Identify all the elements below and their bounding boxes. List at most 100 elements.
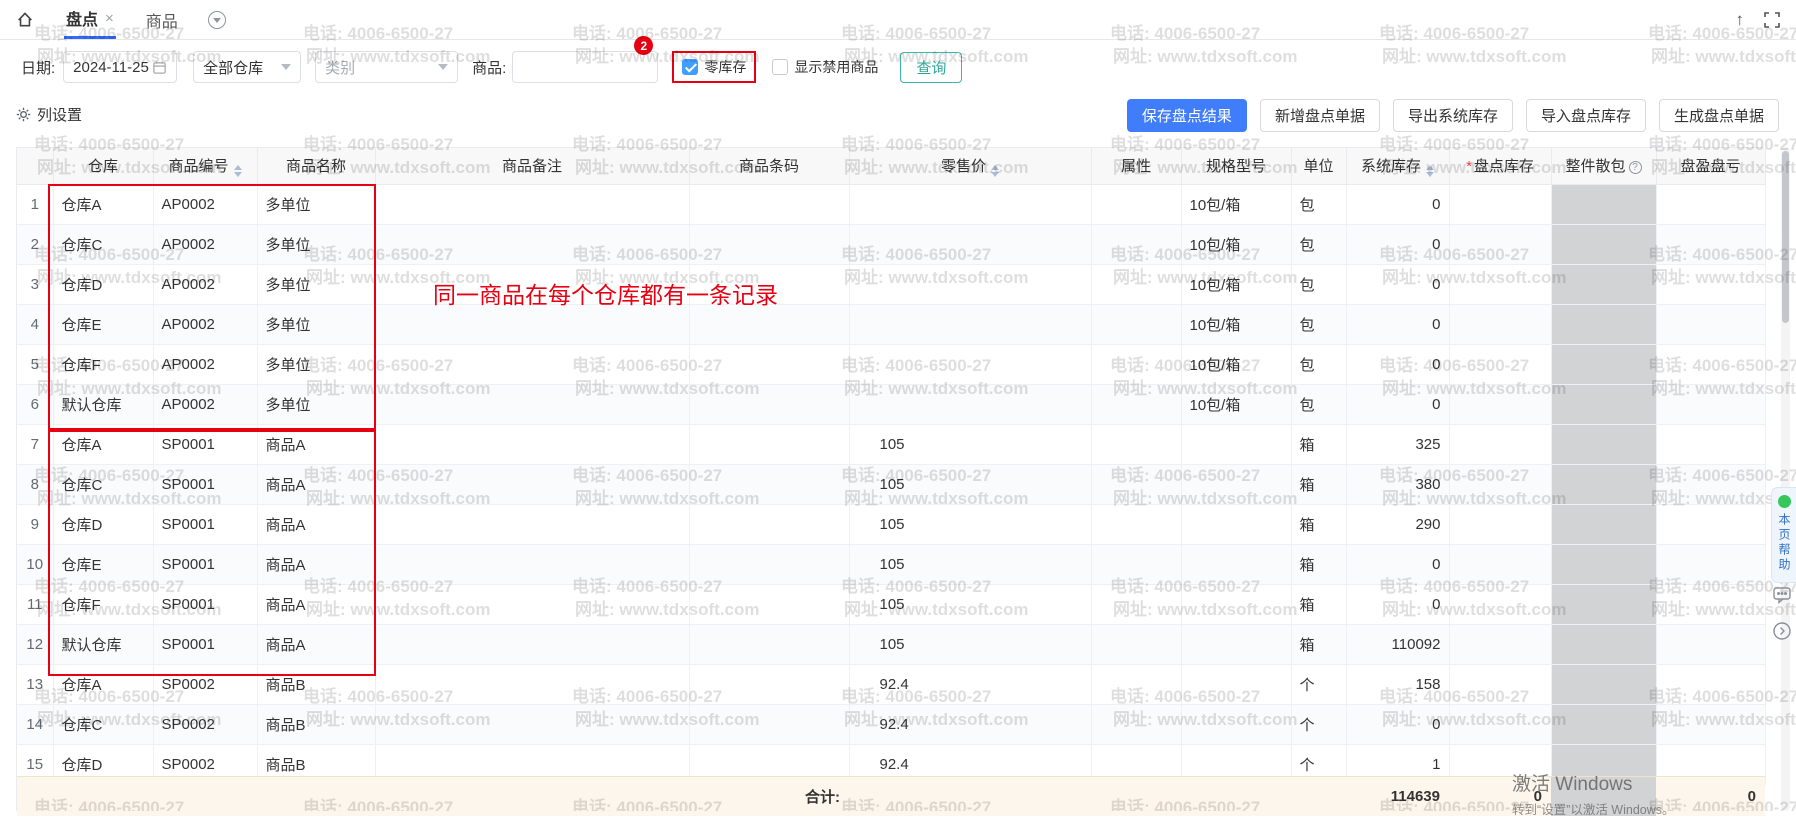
table-row[interactable]: 12默认仓库SP0001商品A105箱110092 <box>17 624 1765 664</box>
cell-index: 6 <box>17 384 53 424</box>
toolbar-buttons: 保存盘点结果 新增盘点单据 导出系统库存 导入盘点库存 生成盘点单据 <box>1127 99 1779 132</box>
sort-icon[interactable] <box>991 165 999 177</box>
cell-warehouse: 仓库A <box>53 664 153 704</box>
cell-name: 多单位 <box>257 224 375 264</box>
cell-sku: SP0001 <box>153 504 257 544</box>
feedback-message-icon[interactable] <box>1771 584 1793 606</box>
search-button[interactable]: 查询 <box>900 52 962 83</box>
table-row[interactable]: 1仓库AAP0002多单位10包/箱包0 <box>17 184 1765 224</box>
cell-remark <box>375 304 689 344</box>
table-row[interactable]: 4仓库EAP0002多单位10包/箱包0 <box>17 304 1765 344</box>
cell-name: 商品A <box>257 464 375 504</box>
cell-count_stock[interactable] <box>1449 544 1551 584</box>
cell-sys_stock: 0 <box>1346 384 1449 424</box>
collapse-panel-icon[interactable] <box>1771 620 1793 642</box>
cell-name: 多单位 <box>257 344 375 384</box>
cell-index: 12 <box>17 624 53 664</box>
sort-icon[interactable] <box>234 165 242 177</box>
cell-count_stock[interactable] <box>1449 224 1551 264</box>
generate-count-doc-button[interactable]: 生成盘点单据 <box>1659 99 1779 132</box>
cell-sys_stock: 0 <box>1346 224 1449 264</box>
show-disabled-checkbox[interactable] <box>772 59 788 75</box>
cell-spec: 10包/箱 <box>1181 384 1291 424</box>
scroll-top-icon[interactable]: ↑ <box>1736 11 1745 28</box>
gear-icon <box>16 107 31 122</box>
cell-count_stock[interactable] <box>1449 704 1551 744</box>
column-header-price[interactable]: 零售价 <box>849 148 1091 184</box>
cell-count_stock[interactable] <box>1449 624 1551 664</box>
cell-sku: SP0001 <box>153 584 257 624</box>
cell-count_stock[interactable] <box>1449 424 1551 464</box>
cell-profit_loss <box>1656 264 1765 304</box>
cell-remark <box>375 584 689 624</box>
table-row[interactable]: 3仓库DAP0002多单位10包/箱包0 <box>17 264 1765 304</box>
warehouse-select[interactable]: 全部仓库 <box>193 51 301 83</box>
zero-stock-checkbox[interactable] <box>682 59 698 75</box>
vertical-scrollbar[interactable] <box>1781 147 1790 811</box>
home-icon[interactable] <box>16 10 36 30</box>
cell-barcode <box>689 584 849 624</box>
sort-icon[interactable] <box>1426 165 1434 177</box>
fullscreen-icon[interactable] <box>1764 12 1780 28</box>
category-select[interactable]: 类别 <box>315 51 458 83</box>
new-count-doc-button[interactable]: 新增盘点单据 <box>1260 99 1380 132</box>
close-tab-icon[interactable]: × <box>105 10 114 27</box>
cell-remark <box>375 504 689 544</box>
table-row[interactable]: 7仓库ASP0001商品A105箱325 <box>17 424 1765 464</box>
column-header-count_stock: *盘点库存 <box>1449 148 1551 184</box>
column-header-remark: 商品备注 <box>375 148 689 184</box>
table-row[interactable]: 6默认仓库AP0002多单位10包/箱包0 <box>17 384 1765 424</box>
table-row[interactable]: 13仓库ASP0002商品B92.4个158 <box>17 664 1765 704</box>
tab-history-icon[interactable] <box>208 11 226 29</box>
column-header-barcode: 商品条码 <box>689 148 849 184</box>
cell-count_stock[interactable] <box>1449 464 1551 504</box>
save-count-result-button[interactable]: 保存盘点结果 <box>1127 99 1247 132</box>
cell-sku: SP0001 <box>153 424 257 464</box>
import-count-stock-button[interactable]: 导入盘点库存 <box>1526 99 1646 132</box>
table-row[interactable]: 9仓库DSP0001商品A105箱290 <box>17 504 1765 544</box>
column-header-spec: 规格型号 <box>1181 148 1291 184</box>
cell-barcode <box>689 424 849 464</box>
cell-warehouse: 仓库A <box>53 424 153 464</box>
cell-price <box>849 384 1091 424</box>
cell-unit: 箱 <box>1291 584 1346 624</box>
cell-count_stock[interactable] <box>1449 584 1551 624</box>
cell-index: 10 <box>17 544 53 584</box>
cell-sys_stock: 0 <box>1346 584 1449 624</box>
tab-inventory-count[interactable]: 盘点 × <box>64 0 116 39</box>
table-row[interactable]: 5仓库FAP0002多单位10包/箱包0 <box>17 344 1765 384</box>
cell-unit: 箱 <box>1291 624 1346 664</box>
table-row[interactable]: 11仓库FSP0001商品A105箱0 <box>17 584 1765 624</box>
cell-spec <box>1181 424 1291 464</box>
product-input[interactable] <box>512 51 658 83</box>
page-help-tab[interactable]: 本页帮助 <box>1771 487 1796 583</box>
column-header-sku[interactable]: 商品编号 <box>153 148 257 184</box>
cell-price: 105 <box>849 544 1091 584</box>
column-label: 商品备注 <box>502 158 562 175</box>
export-system-stock-button[interactable]: 导出系统库存 <box>1393 99 1513 132</box>
cell-name: 多单位 <box>257 384 375 424</box>
table-row[interactable]: 8仓库CSP0001商品A105箱380 <box>17 464 1765 504</box>
cell-count_stock[interactable] <box>1449 384 1551 424</box>
table-row[interactable]: 10仓库ESP0001商品A105箱0 <box>17 544 1765 584</box>
cell-remark <box>375 464 689 504</box>
table-row[interactable]: 2仓库CAP0002多单位10包/箱包0 <box>17 224 1765 264</box>
cell-bulk_pack <box>1551 584 1656 624</box>
date-input[interactable]: 2024-11-25 <box>63 51 177 83</box>
cell-count_stock[interactable] <box>1449 304 1551 344</box>
tab-products[interactable]: 商品 <box>144 0 180 39</box>
cell-sku: AP0002 <box>153 224 257 264</box>
column-header-sys_stock[interactable]: 系统库存 <box>1346 148 1449 184</box>
cell-count_stock[interactable] <box>1449 664 1551 704</box>
cell-remark <box>375 424 689 464</box>
table-row[interactable]: 14仓库CSP0002商品B92.4个0 <box>17 704 1765 744</box>
column-settings-button[interactable]: 列设置 <box>16 104 82 125</box>
cell-count_stock[interactable] <box>1449 264 1551 304</box>
cell-count_stock[interactable] <box>1449 344 1551 384</box>
cell-name: 商品A <box>257 424 375 464</box>
column-help-icon[interactable]: ? <box>1629 161 1642 174</box>
cell-count_stock[interactable] <box>1449 184 1551 224</box>
cell-spec <box>1181 704 1291 744</box>
scrollbar-thumb[interactable] <box>1782 151 1789 323</box>
cell-count_stock[interactable] <box>1449 504 1551 544</box>
